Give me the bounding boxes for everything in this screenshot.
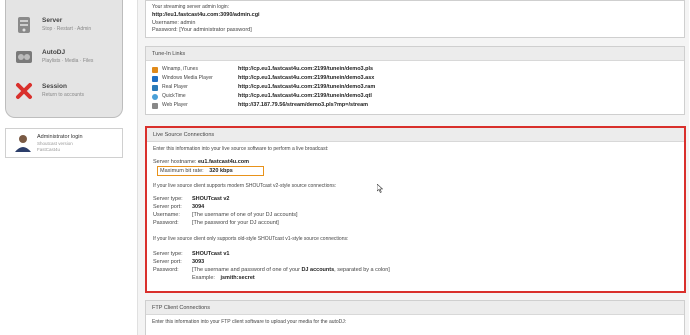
v1-pass-text-b: DJ accounts [301,267,335,273]
example-label: Example: [192,275,215,281]
admin-title: Administrator login [37,134,83,140]
v1-intro: If your live source client only supports… [153,236,349,242]
tunein-row: Windows Media Player http://cp.eu1.fastc… [152,75,672,83]
tunein-row: Web Player http://37.187.79.56/stream/de… [152,102,672,110]
bitrate-value: 320 kbps [209,168,233,174]
admin-login-panel: Your streaming server admin login: http:… [145,0,685,38]
v1-port-label: Server port: [153,259,182,265]
v1-pass-value: [The username and password of one of you… [192,267,390,273]
hostname-label: Server hostname: [153,159,197,165]
tunein-player-name: Windows Media Player [162,75,213,81]
live-intro: Enter this information into your live so… [153,146,329,152]
bitrate-row: Maximum bit rate: 320 kbps [160,168,233,174]
admin-login-intro: Your streaming server admin login: [152,4,230,10]
v2-type-value: SHOUTcast v2 [192,196,230,202]
example-value: jsmith:secret [220,275,255,281]
admin-line2: FastCast4u [37,147,61,152]
sidebar-item-sublabel: Stop · Restart · Admin [42,26,92,32]
admin-username: Username: admin [152,20,196,26]
winamp-icon [152,67,158,73]
ftp-title: FTP Client Connections [146,301,684,315]
tunein-row: QuickTime http://cp.eu1.fastcast4u.com:2… [152,93,672,101]
sidebar: Server Stop · Restart · Admin AutoDJ Pla… [5,0,123,118]
v2-user-label: Username: [153,212,180,218]
quicktime-icon [152,94,158,100]
admin-login-box[interactable]: Administrator login Shoutcast version Fa… [5,128,123,158]
v1-example: Example: jsmith:secret [192,275,255,281]
live-source-panel: Live Source Connections Enter this infor… [145,126,686,293]
admin-line1: Shoutcast version [37,141,73,146]
tunein-row: Real Player http://cp.eu1.fastcast4u.com… [152,84,672,92]
tunein-link[interactable]: http://cp.eu1.fastcast4u.com:2199/tunein… [238,93,372,99]
v2-user-value: [The username of one of your DJ accounts… [192,212,298,218]
v1-pass-text-c: , separated by a colon] [334,267,390,273]
v1-type-value: SHOUTcast v1 [192,251,230,257]
sidebar-item-autodj[interactable]: AutoDJ Playlists · Media · Files [12,46,120,72]
v1-type-label: Server type: [153,251,183,257]
tunein-panel: Tune-In Links Winamp, iTunes http://cp.e… [145,46,685,115]
v2-port-label: Server port: [153,204,182,210]
tunein-title: Tune-In Links [146,47,684,61]
sidebar-item-label: AutoDJ [42,49,66,56]
mouse-cursor-icon [377,184,383,193]
admin-password: Password: [Your administrator password] [152,27,252,33]
server-icon [18,17,30,33]
sidebar-item-sublabel: Playlists · Media · Files [42,58,94,64]
sidebar-item-session[interactable]: Session Return to accounts [12,80,120,106]
realplayer-icon [152,85,158,91]
tunein-player-name: Web Player [162,102,188,108]
v1-port-value: 3093 [192,259,205,265]
v2-intro: If your live source client supports mode… [153,183,337,189]
v2-type-label: Server type: [153,196,183,202]
live-source-title: Live Source Connections [147,128,684,142]
tunein-player-name: Real Player [162,84,188,90]
hostname-value: eu1.fastcast4u.com [197,159,250,165]
tunein-link[interactable]: http://cp.eu1.fastcast4u.com:2199/tunein… [238,75,374,81]
tunein-player-name: Winamp, iTunes [162,66,198,72]
close-icon [16,83,32,99]
tunein-row: Winamp, iTunes http://cp.eu1.fastcast4u.… [152,66,672,74]
v2-port-value: 3094 [192,204,205,210]
v2-pass-value: [The password for your DJ account] [192,220,279,226]
tunein-player-name: QuickTime [162,93,186,99]
tunein-link[interactable]: http://cp.eu1.fastcast4u.com:2199/tunein… [238,84,375,90]
ftp-intro: Enter this information into your FTP cli… [152,319,347,325]
tunein-link[interactable]: http://37.187.79.56/stream/demo3.pls?mp=… [238,102,368,108]
autodj-icon [16,51,32,63]
admin-subtitle: Shoutcast version FastCast4u [37,141,73,153]
bitrate-label: Maximum bit rate: [160,168,204,174]
webplayer-icon [152,103,158,109]
sidebar-item-label: Session [42,83,67,90]
user-icon [15,135,31,152]
wmp-icon [152,76,158,82]
v1-pass-text-a: [The username and password of one of you… [192,267,302,273]
tunein-link[interactable]: http://cp.eu1.fastcast4u.com:2199/tunein… [238,66,373,72]
admin-url[interactable]: http://eu1.fastcast4u.com:3090/admin.cgi [152,12,260,18]
sidebar-item-sublabel: Return to accounts [42,92,84,98]
sidebar-item-server[interactable]: Server Stop · Restart · Admin [12,14,120,40]
v1-pass-label: Password: [153,267,179,273]
sidebar-item-label: Server [42,17,63,24]
server-hostname-row: Server hostname: eu1.fastcast4u.com [153,159,249,165]
ftp-panel: FTP Client Connections Enter this inform… [145,300,685,335]
v2-pass-label: Password: [153,220,179,226]
